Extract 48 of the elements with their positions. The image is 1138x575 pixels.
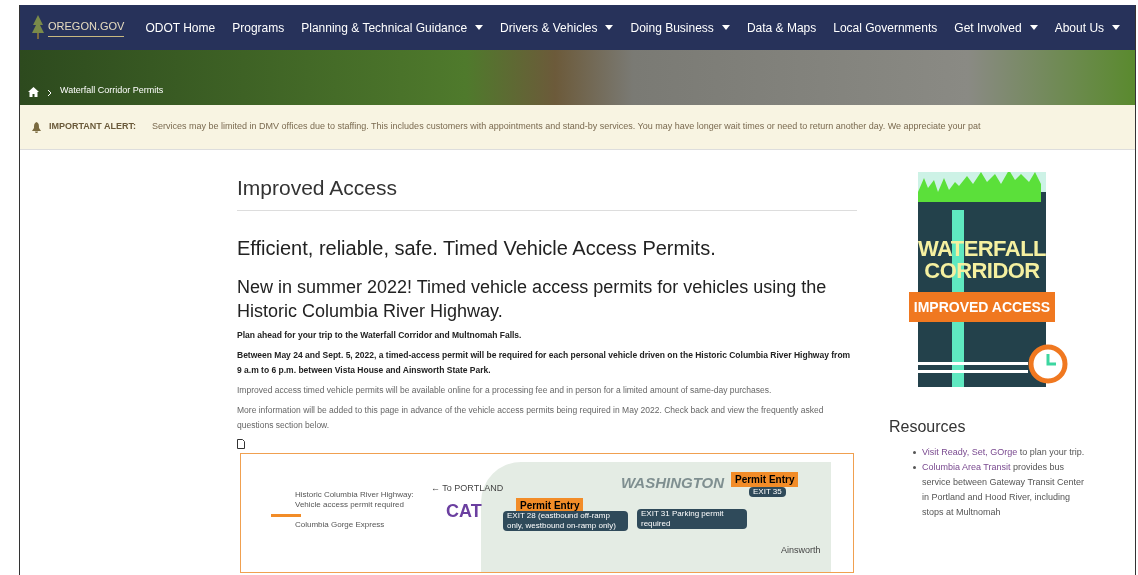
paragraph: Between May 24 and Sept. 5, 2022, a timed-access permit will be required for each personal vehicle driven on the Historic Columbia River Highway from 9 a.m to 6 p.m. between Vista House and Ainsworth State Park.	[237, 348, 852, 377]
map-label: Ainsworth	[781, 543, 821, 557]
map-label: ← To PORTLAND	[431, 481, 504, 495]
resource-text: Columbia Area Transit provides bus service between Gateway Transit Center in Portland and Hood River, including stops at Multnomah	[922, 461, 1086, 519]
resource-link[interactable]: Columbia Area Transit	[922, 462, 1011, 472]
bullet-icon	[913, 451, 916, 454]
paragraph: More information will be added to this page in advance of the vehicle access permits being required in May 2022. Check back and view the frequently asked questions section below.	[237, 403, 825, 432]
caret-icon	[721, 25, 730, 30]
bell-icon	[32, 121, 41, 133]
nav-link[interactable]: Drivers & Vehicles	[500, 18, 614, 37]
subheadline: New in summer 2022! Timed vehicle access permits for vehicles using the Historic Columbia River Highway.	[237, 275, 828, 323]
map-label: Columbia Gorge Express	[295, 519, 385, 530]
headline: Efficient, reliable, safe. Timed Vehicle Access Permits.	[237, 235, 717, 261]
nav-link[interactable]: Data & Maps	[746, 18, 817, 37]
breadcrumb-link[interactable]: Waterfall Corridor Permits	[60, 83, 164, 97]
paragraph: Plan ahead for your trip to the Waterfall Corridor and Multnomah Falls.	[237, 328, 523, 342]
map-label: CAT	[446, 499, 482, 523]
site-logo[interactable]: OREGON.GOV	[48, 18, 125, 37]
chevron-right-icon	[47, 89, 52, 97]
nav-link[interactable]: ODOT Home	[145, 18, 216, 37]
resources-heading: Resources	[889, 417, 967, 437]
map-label: EXIT 28 (eastbound off-ramp only, westbound on-ramp only)	[503, 510, 628, 531]
resource-text: Visit Ready, Set, GOrge to plan your trip.	[922, 446, 1086, 459]
bullet-icon	[913, 466, 916, 469]
caret-icon	[1029, 25, 1038, 30]
nav-link[interactable]: Local Governments	[833, 18, 938, 37]
map-label: EXIT 35	[749, 486, 786, 497]
caret-icon	[1112, 25, 1121, 30]
paragraph: Improved access timed vehicle permits will be available online for a processing fee and in person for a limited amount of same-day purchases.	[237, 383, 773, 397]
page-title: Improved Access	[237, 172, 857, 211]
map-label: WASHINGTON	[621, 472, 725, 493]
nav-link[interactable]: Get Involved	[954, 18, 1038, 37]
map-label: Historic Columbia River Highway: Vehicle access permit required	[295, 489, 415, 510]
alert-label: IMPORTANT ALERT:	[49, 120, 136, 134]
clock-icon	[1028, 344, 1068, 384]
alert-text: Services may be limited in DMV offices due to staffing. This includes customers with appointments and stand-by services. You may have longer wait times or need to return another day. We appreciate your pat	[152, 120, 981, 134]
document-icon[interactable]	[237, 438, 245, 449]
caret-icon	[605, 25, 614, 30]
nav-link[interactable]: Planning & Technical Guidance	[301, 18, 484, 37]
map-label: EXIT 31 Parking permit required	[637, 508, 747, 529]
nav-link[interactable]: Doing Business	[630, 18, 730, 37]
nav-link[interactable]: About Us	[1054, 18, 1121, 37]
home-icon[interactable]	[28, 87, 39, 97]
tree-logo-icon	[32, 14, 44, 41]
logo-banner: IMPROVED ACCESS	[909, 292, 1055, 322]
nav-link[interactable]: Programs	[232, 18, 285, 37]
caret-icon	[475, 25, 484, 30]
resource-link[interactable]: Visit Ready, Set, GOrge	[922, 447, 1018, 457]
